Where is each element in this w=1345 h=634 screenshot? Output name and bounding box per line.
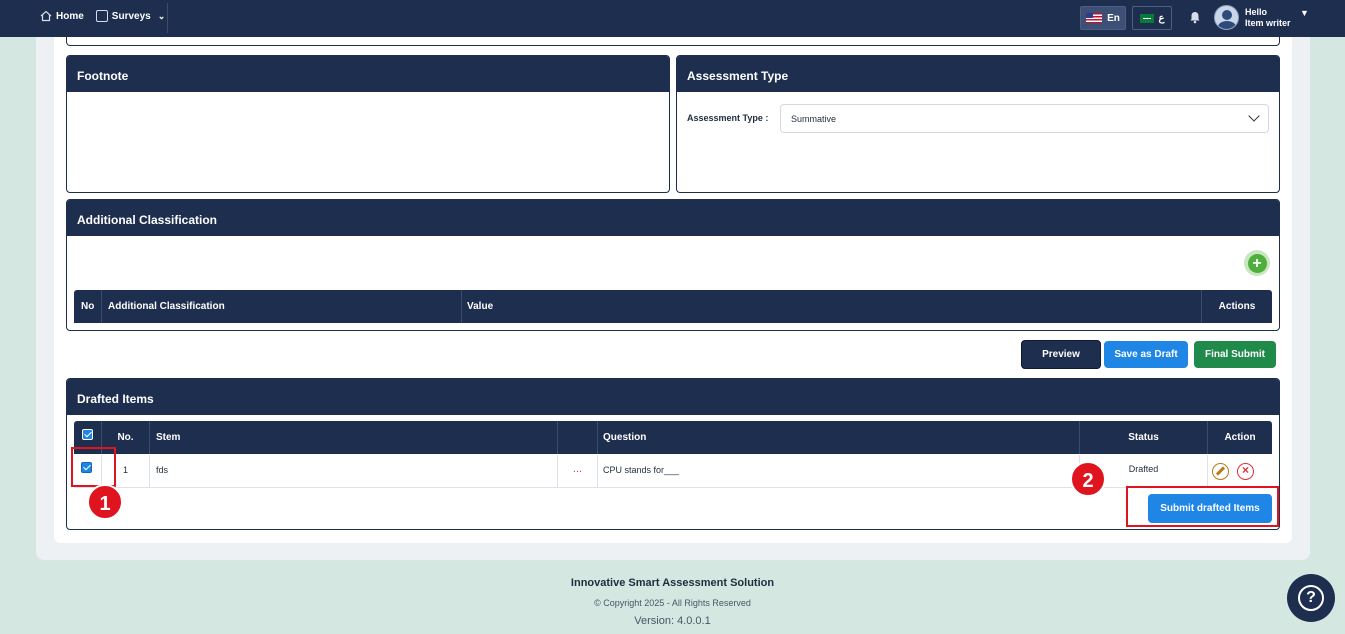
question-mark-icon: ? — [1298, 585, 1324, 611]
chevron-down-icon — [1248, 110, 1260, 122]
surveys-label: Surveys — [111, 10, 151, 22]
col-no: No — [74, 290, 102, 323]
drafted-table-header: No. Stem Question Status Action — [74, 421, 1272, 454]
step-marker-1: 1 — [87, 484, 123, 520]
highlight-submit-drafted — [1126, 486, 1279, 527]
footer-title: Innovative Smart Assessment Solution — [570, 577, 775, 589]
final-submit-button[interactable]: Final Submit — [1194, 341, 1276, 368]
user-menu-caret-icon[interactable]: ▼ — [1300, 8, 1309, 18]
nav-divider — [167, 3, 168, 33]
lang-en-label: En — [1107, 12, 1120, 24]
user-avatar[interactable] — [1214, 5, 1239, 30]
col-value: Value — [462, 290, 1202, 323]
preview-button[interactable]: Preview — [1021, 340, 1101, 369]
delete-icon[interactable]: × — [1237, 463, 1254, 480]
additional-classification-title: Additional Classification — [67, 200, 1279, 236]
col-additional-classification: Additional Classification — [102, 290, 462, 323]
user-info[interactable]: Hello Item writer — [1245, 7, 1291, 29]
select-all-checkbox[interactable] — [82, 429, 93, 440]
drafted-items-panel: Drafted Items — [66, 378, 1280, 530]
help-button[interactable]: ? — [1287, 574, 1335, 622]
greeting-text: Hello — [1245, 7, 1268, 17]
step-marker-2: 2 — [1070, 461, 1106, 497]
save-as-draft-button[interactable]: Save as Draft — [1104, 341, 1188, 368]
assessment-type-label: Assessment Type : — [687, 113, 769, 123]
classification-table-header: No Additional Classification Value Actio… — [74, 290, 1272, 323]
us-flag-icon — [1086, 13, 1103, 23]
add-classification-button[interactable]: + — [1244, 250, 1270, 276]
col-action: Action — [1224, 432, 1256, 443]
user-name: Item writer — [1245, 18, 1291, 28]
col-stem: Stem — [150, 421, 558, 454]
footnote-panel: Footnote — [66, 55, 670, 193]
footer-version: Version: 4.0.0.1 — [634, 615, 711, 627]
edit-icon[interactable] — [1212, 463, 1229, 480]
lang-ar-label: ع — [1158, 12, 1165, 24]
highlight-row-checkbox — [71, 447, 116, 487]
drafted-items-title: Drafted Items — [67, 379, 1279, 415]
assessment-type-title: Assessment Type — [677, 56, 1279, 92]
home-label: Home — [56, 10, 84, 22]
assessment-type-panel: Assessment Type Assessment Type : Summat… — [676, 55, 1280, 193]
surveys-menu[interactable]: Surveys ⌄ — [95, 10, 166, 22]
assessment-type-select[interactable]: Summative — [780, 104, 1269, 133]
sa-flag-icon — [1139, 13, 1154, 23]
assessment-type-value: Summative — [791, 114, 837, 124]
row-stem: fds — [150, 455, 558, 488]
col-actions: Actions — [1218, 301, 1256, 312]
bell-icon[interactable] — [1189, 11, 1201, 24]
top-navbar: Home Surveys ⌄ En ع Hello Item writer ▼ — [0, 0, 1345, 37]
col-more — [558, 421, 598, 454]
chevron-down-icon: ⌄ — [157, 10, 166, 21]
home-icon — [40, 10, 52, 22]
plus-icon: + — [1247, 253, 1267, 273]
home-link[interactable]: Home — [40, 10, 84, 22]
row-more-button[interactable]: ... — [558, 455, 598, 488]
col-question: Question — [598, 421, 1080, 454]
language-english-button[interactable]: En — [1080, 6, 1126, 30]
col-status: Status — [1080, 421, 1208, 454]
row-question: CPU stands for___ — [598, 455, 1080, 488]
footnote-title: Footnote — [67, 56, 669, 92]
language-arabic-button[interactable]: ع — [1132, 6, 1172, 30]
surveys-icon — [95, 10, 108, 22]
nav-links: Home Surveys ⌄ — [40, 10, 165, 22]
previous-panel-edge — [66, 37, 1280, 46]
footer-copyright: © Copyright 2025 - All Rights Reserved — [594, 598, 751, 608]
